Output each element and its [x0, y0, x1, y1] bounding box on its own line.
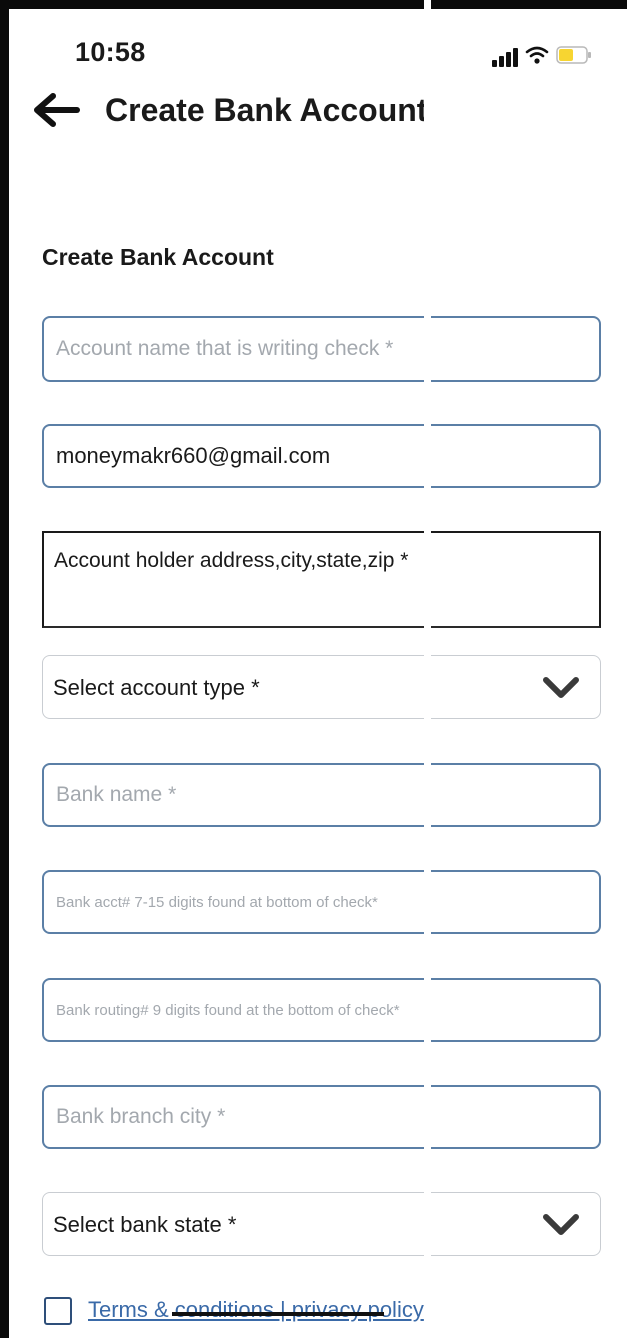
bank-account-number-input[interactable]: [44, 872, 599, 932]
arrow-left-icon[interactable]: [31, 90, 81, 130]
terms-checkbox[interactable]: [44, 1297, 72, 1325]
screenshot-seam: [424, 0, 431, 1338]
email-input[interactable]: [44, 426, 599, 486]
terms-row: Terms & conditions | privacy policy: [44, 1295, 564, 1335]
scribble-overlay: [172, 1312, 384, 1316]
chevron-down-icon: [543, 677, 579, 698]
account-type-label: Select account type *: [53, 675, 260, 700]
address-textarea[interactable]: [44, 533, 599, 626]
top-border: [0, 0, 627, 9]
bank-branch-city-input[interactable]: [44, 1087, 599, 1147]
bank-routing-number-field[interactable]: [42, 978, 601, 1042]
page-title: Create Bank Account: [105, 92, 428, 128]
battery-icon: [556, 46, 591, 64]
wifi-icon: [525, 46, 549, 64]
bank-account-number-field[interactable]: [42, 870, 601, 934]
bank-state-select[interactable]: Select bank state *: [42, 1192, 601, 1256]
bank-routing-number-input[interactable]: [44, 980, 599, 1040]
status-time: 10:58: [75, 37, 146, 67]
bank-name-input[interactable]: [44, 765, 599, 825]
account-name-field[interactable]: [42, 316, 601, 382]
chevron-down-icon: [543, 1214, 579, 1235]
cellular-signal-icon: [492, 48, 518, 67]
address-field[interactable]: [42, 531, 601, 628]
email-field[interactable]: [42, 424, 601, 488]
section-title: Create Bank Account: [42, 244, 274, 270]
bank-state-label: Select bank state *: [53, 1212, 237, 1237]
account-name-input[interactable]: [44, 318, 599, 380]
left-border: [0, 0, 9, 1338]
account-type-select[interactable]: Select account type *: [42, 655, 601, 719]
status-bar: 10:58: [9, 9, 627, 79]
bank-branch-city-field[interactable]: [42, 1085, 601, 1149]
terms-link[interactable]: Terms & conditions | privacy policy: [88, 1297, 424, 1323]
nav-bar: Create Bank Account: [9, 80, 627, 140]
bank-name-field[interactable]: [42, 763, 601, 827]
